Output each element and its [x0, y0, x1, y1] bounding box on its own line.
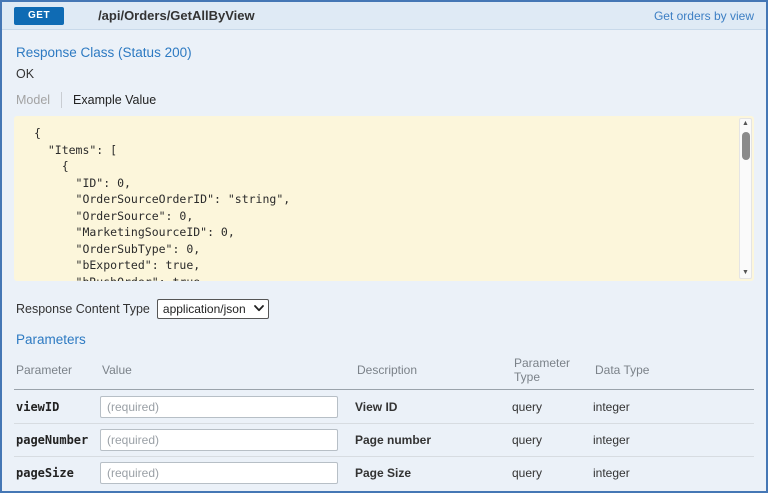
table-row-viewid: viewID View ID query integer	[14, 390, 754, 423]
response-class-title: Response Class (Status 200)	[16, 45, 192, 60]
operation-header[interactable]: GET /api/Orders/GetAllByView Get orders …	[2, 2, 766, 30]
example-value-code-block: { "Items": [ { "ID": 0, "OrderSourceOrde…	[14, 116, 754, 281]
parameter-description: Page number	[355, 433, 432, 447]
column-header-description: Description	[357, 363, 418, 377]
tab-example-value[interactable]: Example Value	[73, 93, 156, 107]
example-json-text: { "Items": [ { "ID": 0, "OrderSourceOrde…	[34, 126, 291, 281]
operation-summary-link[interactable]: Get orders by view	[654, 9, 754, 23]
table-row-pagesize: pageSize Page Size query integer	[14, 456, 754, 489]
parameter-name: viewID	[16, 399, 60, 414]
pagesize-value-input[interactable]	[100, 462, 338, 484]
parameter-description: View ID	[355, 399, 398, 414]
parameter-type: query	[512, 466, 543, 480]
parameter-data-type: integer	[593, 466, 630, 480]
swagger-operation-panel: GET /api/Orders/GetAllByView Get orders …	[0, 0, 768, 493]
viewid-value-input[interactable]	[100, 395, 338, 418]
column-header-parameter: Parameter	[16, 363, 73, 377]
scrollbar-thumb[interactable]	[741, 132, 750, 160]
tab-divider	[61, 92, 63, 108]
parameters-table-header: Parameter Value Description Parameter Ty…	[14, 352, 754, 390]
table-row-pagenumber: pageNumber Page number query integer	[14, 423, 754, 456]
http-method-badge: GET	[14, 6, 65, 25]
response-content-type-select-wrap: application/json	[156, 299, 269, 319]
response-tabs: Model Example Value	[16, 92, 752, 108]
response-status-text: OK	[16, 67, 35, 81]
parameter-type: query	[512, 399, 543, 414]
column-header-value: Value	[102, 363, 132, 377]
response-content-type-label: Response Content Type	[16, 302, 150, 316]
scrollbar-down-icon[interactable]: ▼	[740, 268, 751, 278]
scrollbar-up-icon[interactable]: ▲	[740, 119, 751, 129]
parameter-description: Page Size	[355, 466, 412, 480]
code-scrollbar[interactable]: ▲ ▼	[739, 118, 752, 279]
response-content-type-select[interactable]: application/json	[156, 299, 269, 319]
parameter-type: query	[512, 433, 543, 447]
operation-body: Response Class (Status 200) OK Model Exa…	[2, 45, 766, 491]
response-content-type-row: Response Content Type application/json	[16, 299, 752, 319]
tab-model[interactable]: Model	[16, 93, 50, 107]
parameters-title: Parameters	[16, 332, 86, 347]
column-header-data-type: Data Type	[595, 363, 650, 377]
endpoint-path[interactable]: /api/Orders/GetAllByView	[98, 8, 255, 23]
parameter-data-type: integer	[593, 433, 630, 447]
parameters-table: Parameter Value Description Parameter Ty…	[14, 352, 754, 489]
parameter-data-type: integer	[593, 399, 630, 414]
pagenumber-value-input[interactable]	[100, 429, 338, 451]
parameter-name: pageSize	[16, 466, 74, 480]
parameter-name: pageNumber	[16, 433, 89, 447]
column-header-parameter-type: Parameter Type	[514, 356, 571, 384]
